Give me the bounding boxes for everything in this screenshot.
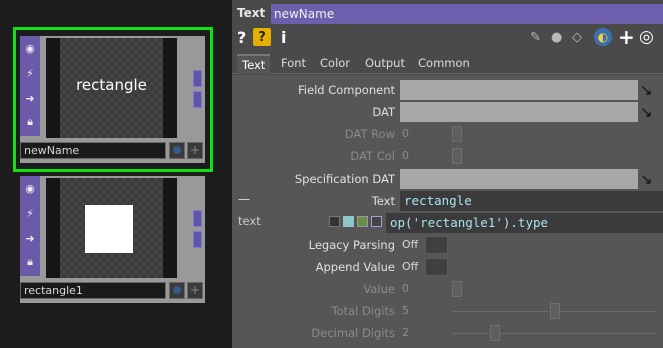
edit-icon[interactable]: ✎ xyxy=(530,28,541,46)
operator-name-field[interactable]: newName xyxy=(271,4,663,24)
param-text: — Text rectangle xyxy=(232,190,663,212)
dat-row-slider[interactable] xyxy=(452,126,462,142)
selection-highlight xyxy=(13,27,213,172)
display-flag-icon[interactable]: ➜ xyxy=(22,229,38,247)
param-label: Total Digits xyxy=(331,304,395,318)
param-label: Decimal Digits xyxy=(311,326,395,340)
spec-dat-input[interactable] xyxy=(400,169,638,189)
drop-arrow-icon[interactable]: ↘ xyxy=(640,171,660,187)
param-dat-row: DAT Row 0 xyxy=(232,123,663,145)
panel-titlebar: Text newName xyxy=(232,4,663,24)
param-field-component: Field Component ↘ xyxy=(232,79,663,101)
node-viewer[interactable] xyxy=(46,178,177,278)
tab-text[interactable]: Text xyxy=(237,54,271,74)
legacy-parsing-toggle[interactable] xyxy=(425,236,448,254)
param-label: Value xyxy=(363,282,395,296)
dat-row-value[interactable]: 0 xyxy=(402,127,409,140)
operator-type: Text xyxy=(237,6,266,20)
constant-mode-icon[interactable] xyxy=(329,216,340,227)
param-label: Field Component xyxy=(298,83,395,97)
export-mode-icon[interactable] xyxy=(357,216,368,227)
param-label: Legacy Parsing xyxy=(308,238,395,252)
viewer-letterbox-right xyxy=(163,178,177,278)
param-total-digits: Total Digits 5 xyxy=(232,300,663,322)
param-label: Append Value xyxy=(315,260,395,274)
param-label: DAT Row xyxy=(344,127,395,141)
viewer-toggle-icon[interactable]: ◉ xyxy=(22,179,38,197)
python-icon[interactable]: ◐ xyxy=(594,28,612,46)
add-icon[interactable]: + xyxy=(618,25,635,49)
expression-mode-icon[interactable] xyxy=(343,216,354,227)
python-help-icon[interactable]: ? xyxy=(253,28,271,46)
decimal-digits-track xyxy=(452,333,657,334)
param-spec-dat: Specification DAT ↘ xyxy=(232,168,663,190)
dat-col-value[interactable]: 0 xyxy=(402,149,409,162)
field-component-input[interactable] xyxy=(400,80,638,100)
dat-input[interactable] xyxy=(400,102,638,122)
param-append-value: Append Value Off xyxy=(232,256,663,278)
param-dat-col: DAT Col 0 xyxy=(232,145,663,167)
info-icon[interactable]: i xyxy=(281,28,286,47)
rectangle-preview xyxy=(85,205,133,253)
param-label: DAT Col xyxy=(350,149,395,163)
param-legacy-parsing: Legacy Parsing Off xyxy=(232,234,663,256)
collapse-toggle[interactable]: — xyxy=(238,192,250,206)
drop-arrow-icon[interactable]: ↘ xyxy=(640,82,660,98)
param-name: text xyxy=(238,214,261,228)
text-expression-value[interactable]: op('rectangle1').type xyxy=(386,213,663,233)
value-slider[interactable] xyxy=(452,281,462,297)
parameter-panel: Text newName ? ? i ✎ ● ◇ ◐ + ◎ Text Font… xyxy=(232,0,663,348)
legacy-parsing-value: Off xyxy=(402,238,419,251)
param-label: Specification DAT xyxy=(294,172,395,186)
param-dat: DAT ↘ xyxy=(232,101,663,123)
panel-toolbar: ? ? i ✎ ● ◇ ◐ + ◎ xyxy=(232,24,663,50)
viewer-letterbox-left xyxy=(46,178,60,278)
total-digits-slider[interactable] xyxy=(550,303,560,319)
node-name-label[interactable]: rectangle1 xyxy=(20,282,166,299)
dat-col-slider[interactable] xyxy=(452,148,462,164)
tag-icon[interactable]: ◇ xyxy=(572,28,582,46)
tab-color[interactable]: Color xyxy=(315,54,355,74)
bypass-icon[interactable]: ⚡ xyxy=(22,204,38,222)
param-decimal-digits: Decimal Digits 2 xyxy=(232,322,663,344)
node-side-icons: ◉ ⚡ ➜ 🔒︎ xyxy=(20,176,40,276)
help-icon[interactable]: ? xyxy=(237,28,246,47)
node-add-button[interactable]: + xyxy=(187,282,203,299)
decimal-digits-value[interactable]: 2 xyxy=(402,326,409,339)
lock-icon[interactable]: 🔒︎ xyxy=(22,253,38,271)
parameter-page: Field Component ↘ DAT ↘ DAT Row 0 DAT Co… xyxy=(232,75,663,348)
text-value[interactable]: rectangle xyxy=(400,191,663,211)
total-digits-value[interactable]: 5 xyxy=(402,304,409,317)
bind-mode-icon[interactable] xyxy=(371,216,382,227)
append-value-value: Off xyxy=(402,260,419,273)
comment-icon[interactable]: ● xyxy=(551,28,562,46)
output-port[interactable] xyxy=(193,210,202,227)
tab-output[interactable]: Output xyxy=(360,54,410,74)
append-value-toggle[interactable] xyxy=(425,258,448,276)
parameter-tabs: Text Font Color Output Common xyxy=(232,52,663,74)
tab-common[interactable]: Common xyxy=(413,54,475,74)
param-label: DAT xyxy=(372,105,395,119)
tab-font[interactable]: Font xyxy=(276,54,311,74)
drop-arrow-icon[interactable]: ↘ xyxy=(640,104,660,120)
param-value: Value 0 xyxy=(232,278,663,300)
output-port[interactable] xyxy=(193,231,202,248)
node-cook-button[interactable] xyxy=(169,282,185,299)
decimal-digits-slider[interactable] xyxy=(490,325,500,341)
param-label: Text xyxy=(371,194,395,208)
target-icon[interactable]: ◎ xyxy=(639,27,654,47)
value-value[interactable]: 0 xyxy=(402,282,409,295)
param-text-expression: text op('rectangle1').type xyxy=(232,212,663,234)
network-editor[interactable]: ◉ ⚡ ➜ 🔒︎ rectangle newName + ◉ ⚡ ➜ 🔒︎ re… xyxy=(0,0,232,348)
